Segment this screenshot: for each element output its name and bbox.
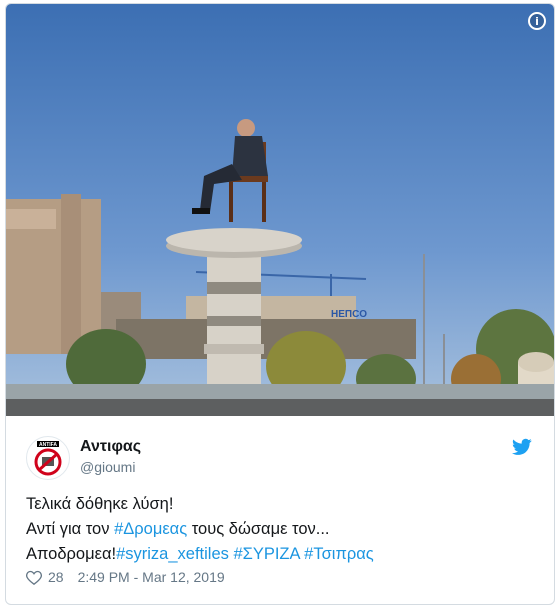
tweet-meta: 28 2:49 PM - Mar 12, 2019 xyxy=(26,569,225,585)
twitter-bird-icon[interactable] xyxy=(512,438,532,456)
tweet-line-1: Τελικά δόθηκε λύση! xyxy=(26,495,174,513)
tweet-card: НЕПCO i ANTIFA Αντιφας @gioumi Τελικά δό… xyxy=(5,3,555,605)
avatar-label: ANTIFA xyxy=(39,442,57,448)
tweet-timestamp[interactable]: 2:49 PM - Mar 12, 2019 xyxy=(78,569,225,585)
tweet-line-3: Αποδρομεα!#syriza_xeftiles #ΣΥΡΙΖΑ #Τσιπ… xyxy=(26,542,536,567)
tweet-line-2-suffix: τους δώσαμε τον... xyxy=(187,520,330,538)
heart-icon[interactable] xyxy=(26,570,42,585)
hashtag-link[interactable]: #Δρομεας xyxy=(114,520,187,538)
author-name[interactable]: Αντιφας xyxy=(80,438,141,456)
like-count[interactable]: 28 xyxy=(48,569,64,585)
tweet-line-2-prefix: Αντί για τον xyxy=(26,520,115,538)
tweet-line-2: Αντί για τον #Δρομεας τους δώσαμε τον... xyxy=(26,517,536,542)
info-icon[interactable]: i xyxy=(528,12,546,30)
author-handle[interactable]: @gioumi xyxy=(80,459,135,475)
tweet-photo[interactable]: НЕПCO xyxy=(6,4,554,416)
tweet-body: ANTIFA Αντιφας @gioumi Τελικά δόθηκε λύσ… xyxy=(6,416,554,604)
hashtag-links[interactable]: #syriza_xeftiles #ΣΥΡΙΖΑ #Τσιπρας xyxy=(116,545,374,563)
avatar[interactable]: ANTIFA xyxy=(26,436,70,480)
building-sign: НЕПCO xyxy=(331,309,367,320)
tweet-text: Τελικά δόθηκε λύση! Αντί για τον #Δρομεα… xyxy=(26,492,536,567)
tweet-line-3-prefix: Αποδρομεα! xyxy=(26,545,117,563)
